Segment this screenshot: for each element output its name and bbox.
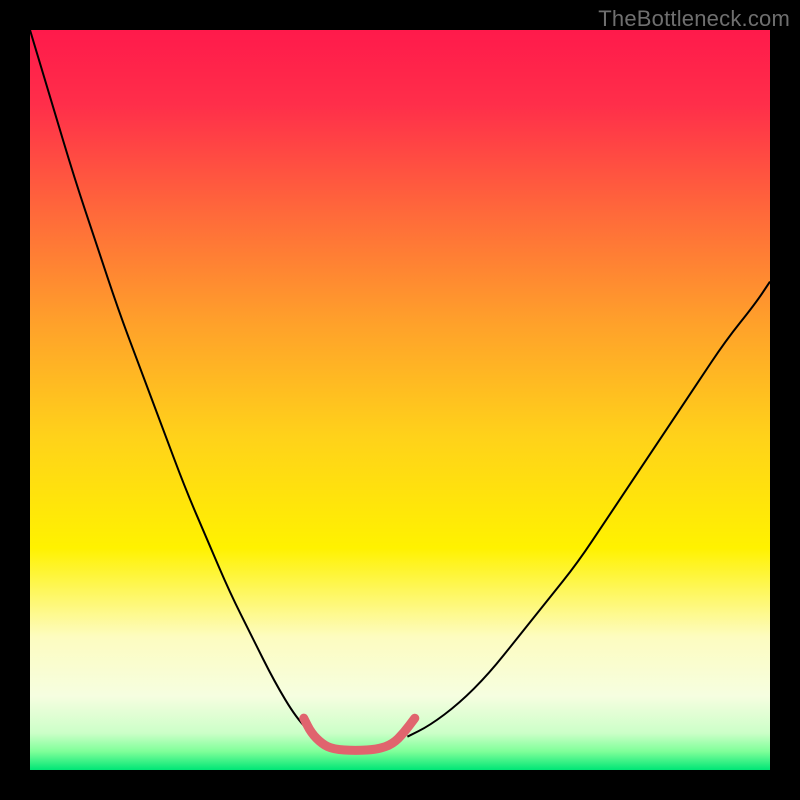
chart-container: TheBottleneck.com [0,0,800,800]
plot-svg [30,30,770,770]
plot-area [30,30,770,770]
watermark-text: TheBottleneck.com [598,6,790,32]
gradient-background [30,30,770,770]
